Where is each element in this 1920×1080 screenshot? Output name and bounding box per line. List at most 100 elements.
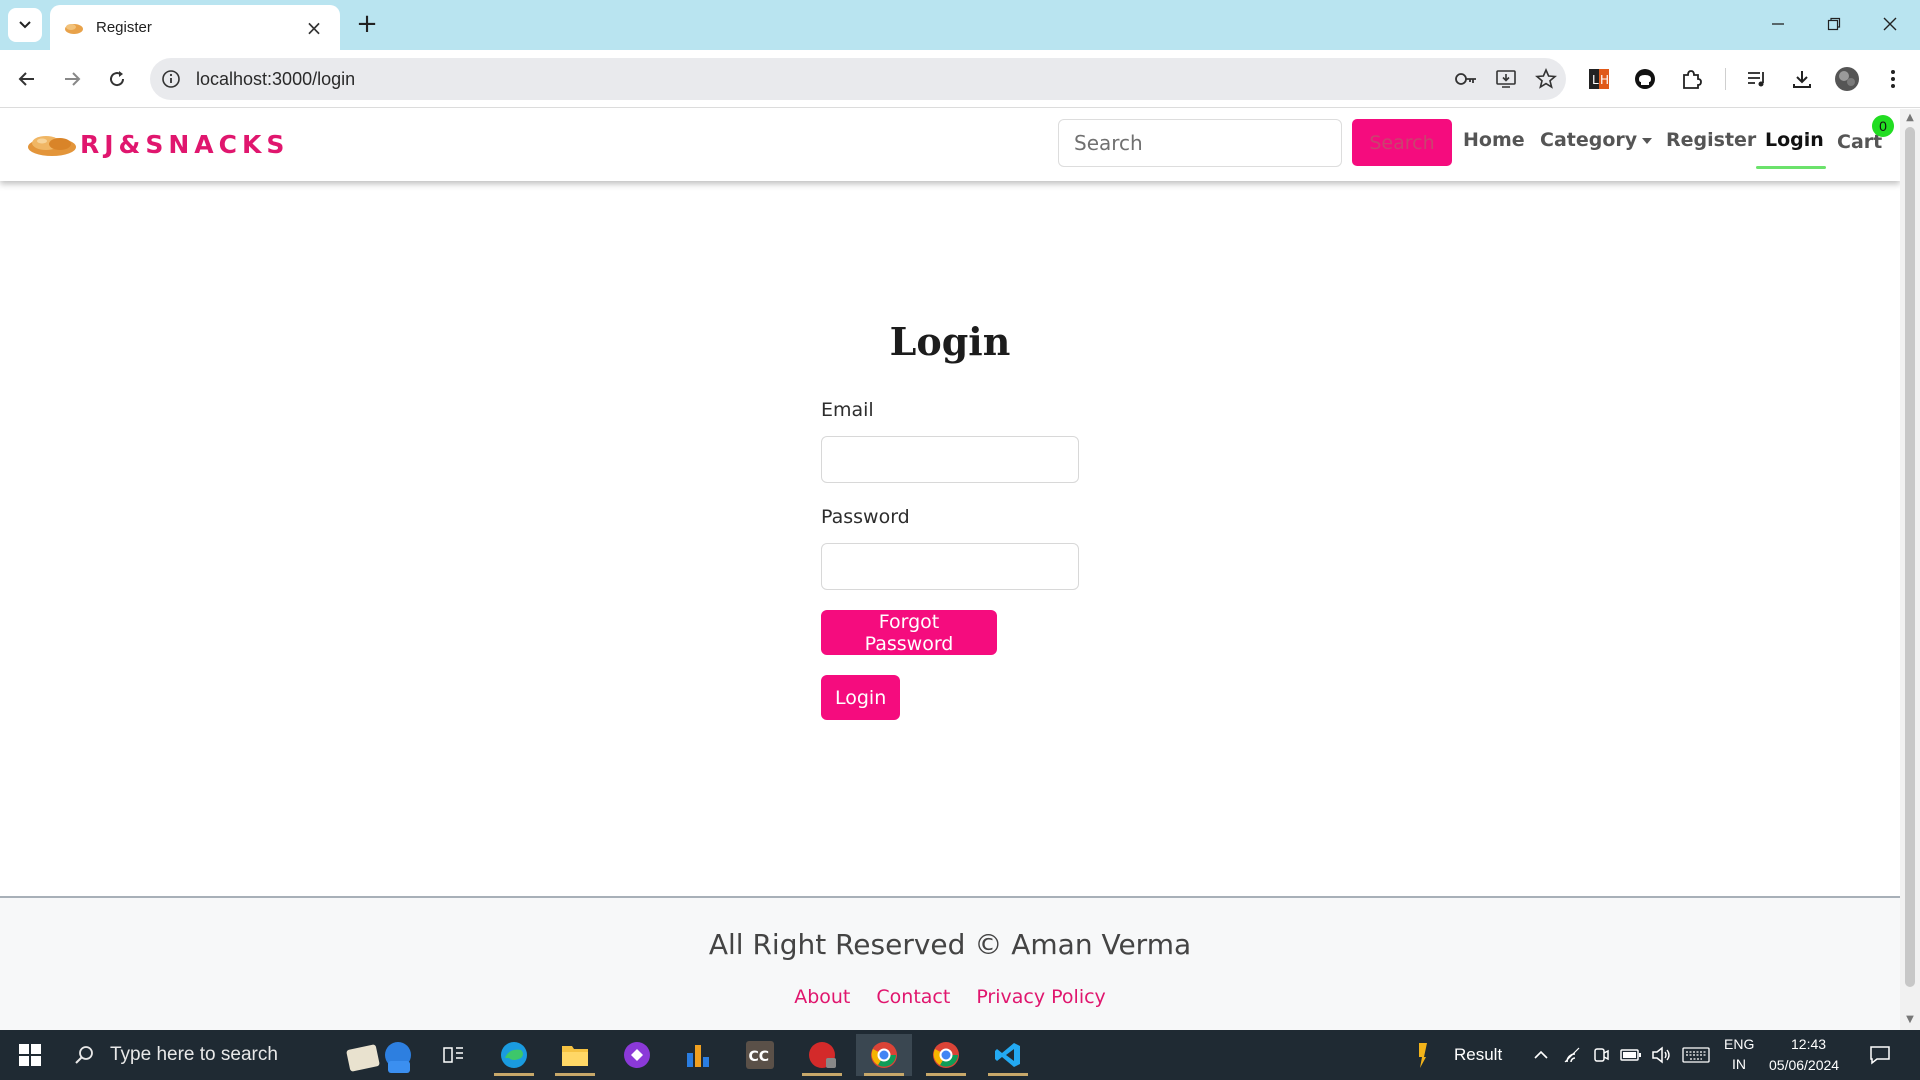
toolbar-divider [1720,62,1730,96]
restore-button[interactable] [1806,6,1862,42]
install-app-icon[interactable] [1486,58,1526,100]
back-button[interactable] [10,62,44,96]
nav-link-home[interactable]: Home [1463,129,1525,151]
arrow-left-icon [18,72,34,86]
footer-link-privacy[interactable]: Privacy Policy [976,986,1105,1008]
nav-link-login[interactable]: Login [1765,129,1824,151]
site-info-icon[interactable] [160,68,182,90]
forgot-password-button[interactable]: Forgot Password [821,610,997,655]
arrow-right-icon [65,72,81,86]
reload-icon [110,71,125,87]
show-hidden-icons-chevron-up-icon[interactable] [1528,1034,1554,1076]
chrome-app-icon[interactable] [918,1034,974,1076]
keyboard-icon[interactable] [1680,1034,1712,1076]
language-indicator[interactable]: ENG [1724,1036,1754,1052]
tab-search-button[interactable] [8,8,42,42]
snack-logo-icon [28,136,76,156]
downloads-icon[interactable] [1785,62,1819,96]
footer-link-contact[interactable]: Contact [876,986,950,1008]
svg-text:CC: CC [749,1049,770,1065]
windows-logo-icon [19,1044,41,1066]
chrome-app-icon-active[interactable] [856,1034,912,1076]
browser-toolbar: localhost:3000/login LH [0,50,1920,108]
close-window-button[interactable] [1862,6,1918,42]
taskbar-search-box[interactable]: Type here to search [62,1034,422,1076]
minimize-button[interactable] [1750,6,1806,42]
nav-link-category[interactable]: Category [1540,129,1653,151]
scroll-down-arrow-icon[interactable]: ▼ [1904,1015,1916,1025]
weather-icon[interactable] [1408,1034,1438,1076]
charts-app-icon[interactable] [670,1034,726,1076]
visual-studio-app-icon[interactable] [609,1034,665,1076]
edge-app-icon[interactable] [486,1034,542,1076]
task-view-icon[interactable] [426,1034,482,1076]
address-bar[interactable]: localhost:3000/login [150,58,1566,100]
windows-taskbar: Type here to search CC Result ENG IN 12:… [0,1030,1920,1080]
minimize-icon [1772,23,1784,25]
meet-now-icon[interactable] [1588,1034,1614,1076]
search-input[interactable] [1058,119,1342,167]
url-text[interactable]: localhost:3000/login [196,69,1446,90]
web-page: RJ&SNACKS Search Home Category Register … [0,109,1900,1030]
browser-tab-active[interactable]: Register × [50,5,340,50]
github-extension-icon[interactable] [1628,62,1662,96]
footer-copyright: All Right Reserved © Aman Verma [708,928,1192,961]
search-highlight-icon [346,1042,411,1073]
volume-icon[interactable] [1648,1034,1674,1076]
footer-link-about[interactable]: About [794,986,850,1008]
browser-menu-icon[interactable] [1876,62,1910,96]
email-field[interactable] [821,436,1079,483]
battery-icon[interactable] [1618,1034,1644,1076]
active-nav-indicator [1756,166,1826,169]
restore-icon [1827,17,1841,31]
footer-links: About Contact Privacy Policy [0,986,1900,1008]
wifi-icon[interactable] [1560,1034,1586,1076]
site-footer: All Right Reserved © Aman Verma About Co… [0,896,1900,1030]
login-heading: Login [889,319,1011,364]
extensions-puzzle-icon[interactable] [1674,62,1708,96]
site-navbar: RJ&SNACKS Search Home Category Register … [0,109,1900,181]
media-app-icon[interactable] [794,1034,850,1076]
start-button[interactable] [10,1039,50,1071]
caret-down-icon [1642,137,1653,144]
forward-button[interactable] [55,62,89,96]
region-indicator[interactable]: IN [1732,1056,1746,1072]
bookmark-star-icon[interactable] [1526,58,1566,100]
clock-date[interactable]: 05/06/2024 [1769,1057,1839,1073]
lighthouse-extension-icon[interactable]: LH [1582,62,1616,96]
email-label: Email [821,399,874,421]
brand-name: RJ&SNACKS [80,129,290,159]
nav-link-category-label: Category [1540,129,1638,151]
taskbar-search-placeholder: Type here to search [110,1044,278,1065]
notification-icon[interactable] [1862,1034,1898,1076]
scroll-up-arrow-icon[interactable]: ▲ [1904,113,1916,123]
close-icon [1883,17,1897,31]
snack-favicon-icon [65,23,83,34]
weather-label[interactable]: Result [1454,1045,1502,1065]
media-control-icon[interactable] [1740,62,1774,96]
vscode-app-icon[interactable] [980,1034,1036,1076]
nav-link-register[interactable]: Register [1666,129,1756,151]
login-button[interactable]: Login [821,675,900,720]
chevron-down-icon [19,21,31,29]
reload-button[interactable] [100,62,134,96]
password-key-icon[interactable] [1446,58,1486,100]
clock-time[interactable]: 12:43 [1791,1036,1826,1052]
svg-text:H: H [1600,73,1609,87]
profile-avatar-icon[interactable] [1830,62,1864,96]
password-label: Password [821,506,910,528]
search-icon [75,1046,93,1064]
browser-tab-strip: Register × + [0,0,1920,50]
brand-link[interactable]: RJ&SNACKS [26,129,289,159]
tab-title: Register [96,19,152,36]
svg-text:L: L [1592,73,1599,87]
file-explorer-icon[interactable] [547,1034,603,1076]
page-scrollbar[interactable]: ▲ ▼ [1900,109,1920,1030]
cc-app-icon[interactable]: CC [732,1034,788,1076]
scrollbar-thumb[interactable] [1905,127,1915,987]
search-button[interactable]: Search [1352,119,1452,166]
tab-close-icon[interactable]: × [302,18,326,38]
cart-count-badge: 0 [1872,115,1894,137]
password-field[interactable] [821,543,1079,590]
new-tab-button[interactable]: + [352,10,382,40]
